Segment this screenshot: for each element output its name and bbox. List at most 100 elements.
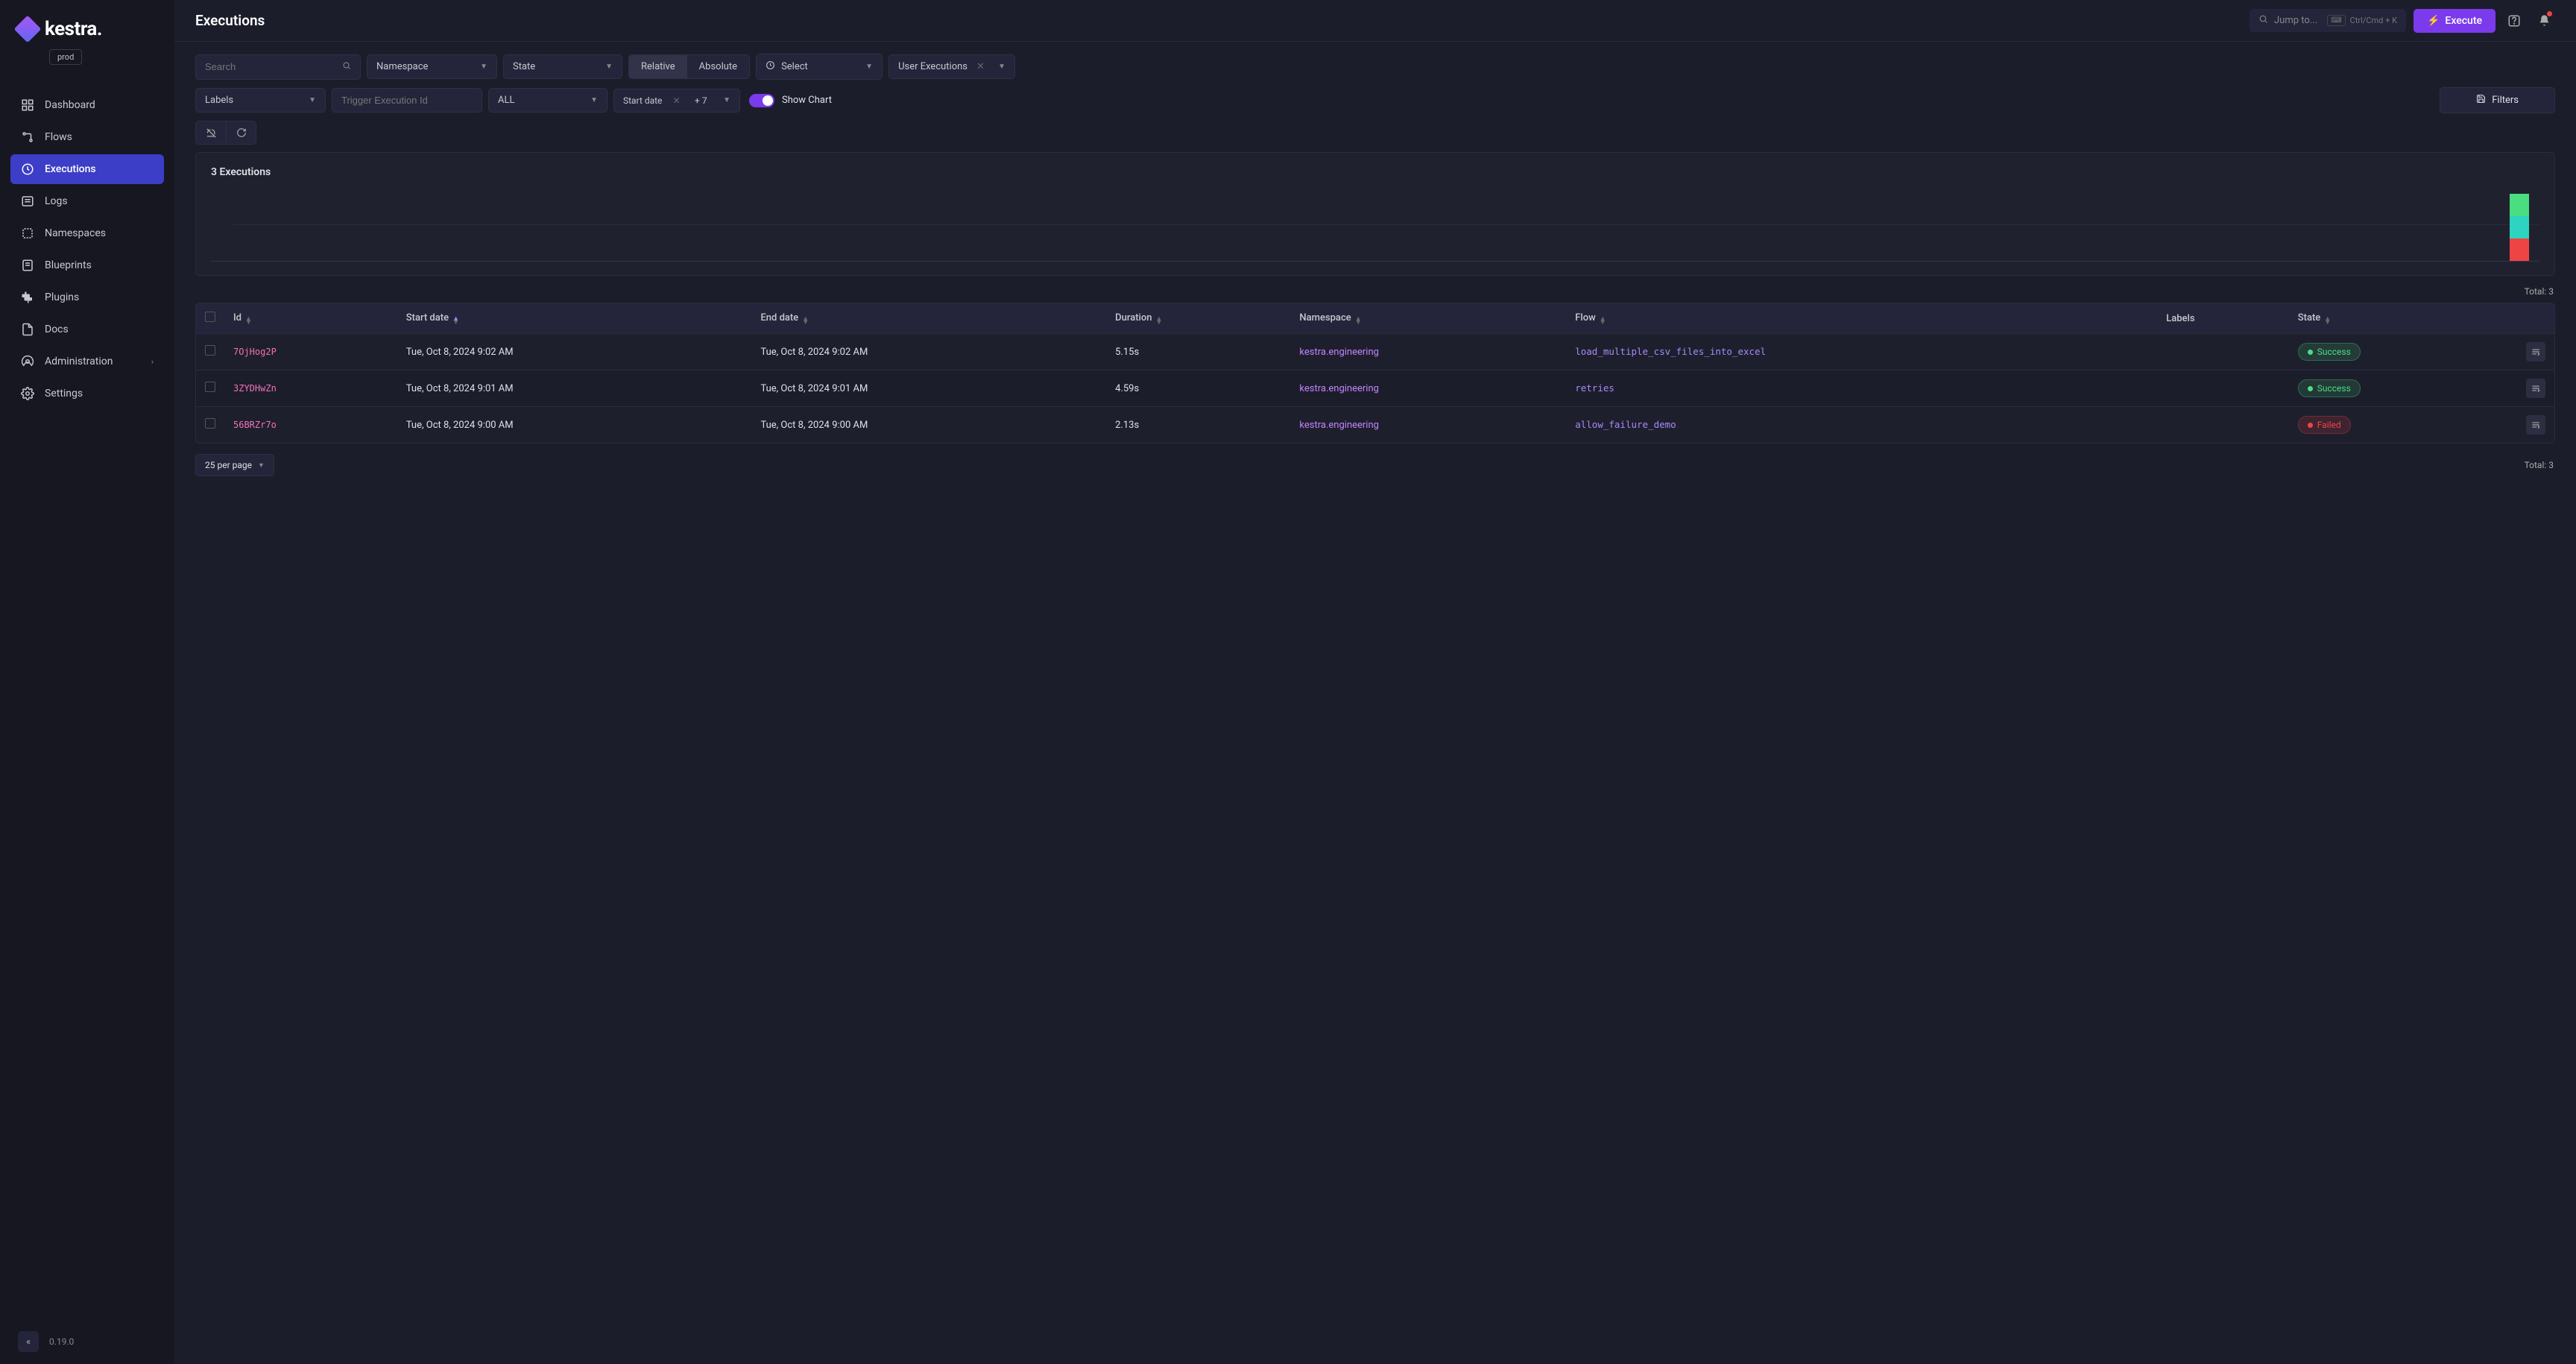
jump-to-search[interactable]: Jump to... ⌨ Ctrl/Cmd + K <box>2250 9 2406 32</box>
search-icon <box>2258 14 2268 27</box>
sidebar-item-namespaces[interactable]: Namespaces <box>10 218 164 248</box>
chevron-down-icon: ▼ <box>605 63 613 71</box>
state-badge: Failed <box>2298 416 2351 434</box>
logo[interactable]: kestra. <box>18 18 157 40</box>
refresh-button[interactable] <box>226 121 256 144</box>
chart-bar-success <box>2510 194 2529 216</box>
chart-area <box>211 187 2539 262</box>
chevron-down-icon: ▼ <box>480 63 487 71</box>
sidebar-item-executions[interactable]: Executions <box>10 154 164 184</box>
show-chart-label: Show Chart <box>782 95 832 106</box>
execution-id-link[interactable]: 3ZYDHwZn <box>233 383 277 394</box>
close-icon[interactable]: ✕ <box>976 61 985 72</box>
namespaces-icon <box>21 227 34 240</box>
flow-link[interactable]: allow_failure_demo <box>1575 419 1676 430</box>
show-chart-toggle[interactable] <box>749 94 774 107</box>
trigger-execution-id-input[interactable] <box>332 88 482 113</box>
notification-dot-icon <box>2547 11 2552 16</box>
sidebar: kestra. prod DashboardFlowsExecutionsLog… <box>0 0 174 1364</box>
row-checkbox[interactable] <box>205 345 215 356</box>
dashboard-icon <box>21 98 34 112</box>
col-namespace[interactable]: Namespace▲▼ <box>1290 303 1566 334</box>
sidebar-item-settings[interactable]: Settings <box>10 379 164 408</box>
state-dot-icon <box>2308 386 2313 391</box>
table-row[interactable]: 7OjHog2P Tue, Oct 8, 2024 9:02 AMTue, Oct… <box>196 334 2554 370</box>
col-state[interactable]: State▲▼ <box>2289 303 2517 334</box>
plugins-icon <box>21 291 34 304</box>
col-start-date[interactable]: Start date▲▼ <box>397 303 752 334</box>
labels-filter[interactable]: Labels ▼ <box>195 88 326 113</box>
chevron-down-icon: ▼ <box>865 63 873 71</box>
select-all-checkbox[interactable] <box>205 312 215 322</box>
table-row[interactable]: 3ZYDHwZnTue, Oct 8, 2024 9:01 AMTue, Oct… <box>196 370 2554 407</box>
per-page-select[interactable]: 25 per page ▼ <box>195 454 274 476</box>
relative-tab[interactable]: Relative <box>629 55 687 78</box>
filters-btn-label: Filters <box>2492 95 2519 106</box>
sidebar-item-label: Logs <box>45 195 68 207</box>
time-range-select[interactable]: Select ▼ <box>756 54 883 80</box>
execution-id-link[interactable]: 7OjHog2P <box>233 347 277 357</box>
state-filter[interactable]: State ▼ <box>503 54 622 79</box>
row-menu-button[interactable] <box>2526 342 2545 361</box>
execute-button[interactable]: ⚡ Execute <box>2414 9 2496 33</box>
sidebar-footer: « 0.19.0 <box>0 1319 174 1364</box>
start-date-cell: Tue, Oct 8, 2024 9:02 AM <box>397 334 752 370</box>
sort-icon: ▲▼ <box>802 318 809 325</box>
close-icon[interactable]: ✕ <box>672 95 680 106</box>
all-label: ALL <box>498 95 514 106</box>
user-executions-filter[interactable]: User Executions ✕ ▼ <box>888 54 1015 79</box>
sidebar-item-blueprints[interactable]: Blueprints <box>10 250 164 280</box>
col-end-date[interactable]: End date▲▼ <box>751 303 1106 334</box>
help-button[interactable] <box>2503 10 2525 32</box>
sidebar-item-flows[interactable]: Flows <box>10 122 164 152</box>
col-flow[interactable]: Flow▲▼ <box>1566 303 2157 334</box>
settings-icon <box>21 387 34 400</box>
row-checkbox[interactable] <box>205 382 215 392</box>
filters-button[interactable]: Filters <box>2440 87 2555 113</box>
end-date-cell: Tue, Oct 8, 2024 9:02 AM <box>751 334 1106 370</box>
state-badge: Success <box>2298 379 2361 397</box>
namespace-link[interactable]: kestra.engineering <box>1299 347 1379 358</box>
sidebar-item-administration[interactable]: Administration› <box>10 347 164 376</box>
sidebar-item-label: Dashboard <box>45 99 95 111</box>
mute-button[interactable] <box>196 121 226 144</box>
labels-cell <box>2157 334 2289 370</box>
sidebar-item-label: Namespaces <box>45 227 106 239</box>
execution-id-link[interactable]: 56BRZr7o <box>233 420 277 430</box>
col-duration[interactable]: Duration▲▼ <box>1106 303 1290 334</box>
execute-label: Execute <box>2445 15 2482 27</box>
row-menu-button[interactable] <box>2526 379 2545 398</box>
col-id[interactable]: Id▲▼ <box>224 303 397 334</box>
clock-icon <box>765 60 775 73</box>
sort-icon: ▲▼ <box>452 318 459 325</box>
nav: Dashboard FlowsExecutions Logs Namespaces Bl… <box>0 77 174 1319</box>
keyboard-icon: ⌨ <box>2327 15 2345 26</box>
absolute-tab[interactable]: Absolute <box>687 55 749 78</box>
sidebar-item-plugins[interactable]: Plugins <box>10 282 164 312</box>
state-dot-icon <box>2308 350 2313 355</box>
admin-icon <box>21 355 34 368</box>
duration-cell: 5.15s <box>1106 334 1290 370</box>
start-date-filter[interactable]: Start date ✕ + 7 ▼ <box>613 89 740 113</box>
sidebar-item-docs[interactable]: Docs <box>10 315 164 344</box>
search-input[interactable] <box>195 54 361 80</box>
docs-icon <box>21 323 34 336</box>
flow-link[interactable]: load_multiple_csv_files_into_excel <box>1575 346 1766 357</box>
start-date-cell: Tue, Oct 8, 2024 9:01 AM <box>397 370 752 407</box>
flow-link[interactable]: retries <box>1575 382 1614 394</box>
namespace-filter[interactable]: Namespace ▼ <box>367 54 497 79</box>
all-filter[interactable]: ALL ▼ <box>488 88 607 113</box>
row-menu-button[interactable] <box>2526 415 2545 435</box>
labels-cell <box>2157 407 2289 443</box>
logo-icon <box>14 16 42 43</box>
table-row[interactable]: 56BRZr7oTue, Oct 8, 2024 9:00 AMTue, Oct… <box>196 407 2554 443</box>
notifications-button[interactable] <box>2533 10 2555 32</box>
namespace-link[interactable]: kestra.engineering <box>1299 383 1379 394</box>
labels-cell <box>2157 370 2289 407</box>
sidebar-item-logs[interactable]: Logs <box>10 186 164 216</box>
state-dot-icon <box>2308 423 2313 428</box>
row-checkbox[interactable] <box>205 418 215 429</box>
collapse-sidebar-button[interactable]: « <box>18 1331 39 1352</box>
namespace-link[interactable]: kestra.engineering <box>1299 420 1379 431</box>
sidebar-item-dashboard[interactable]: Dashboard <box>10 90 164 120</box>
